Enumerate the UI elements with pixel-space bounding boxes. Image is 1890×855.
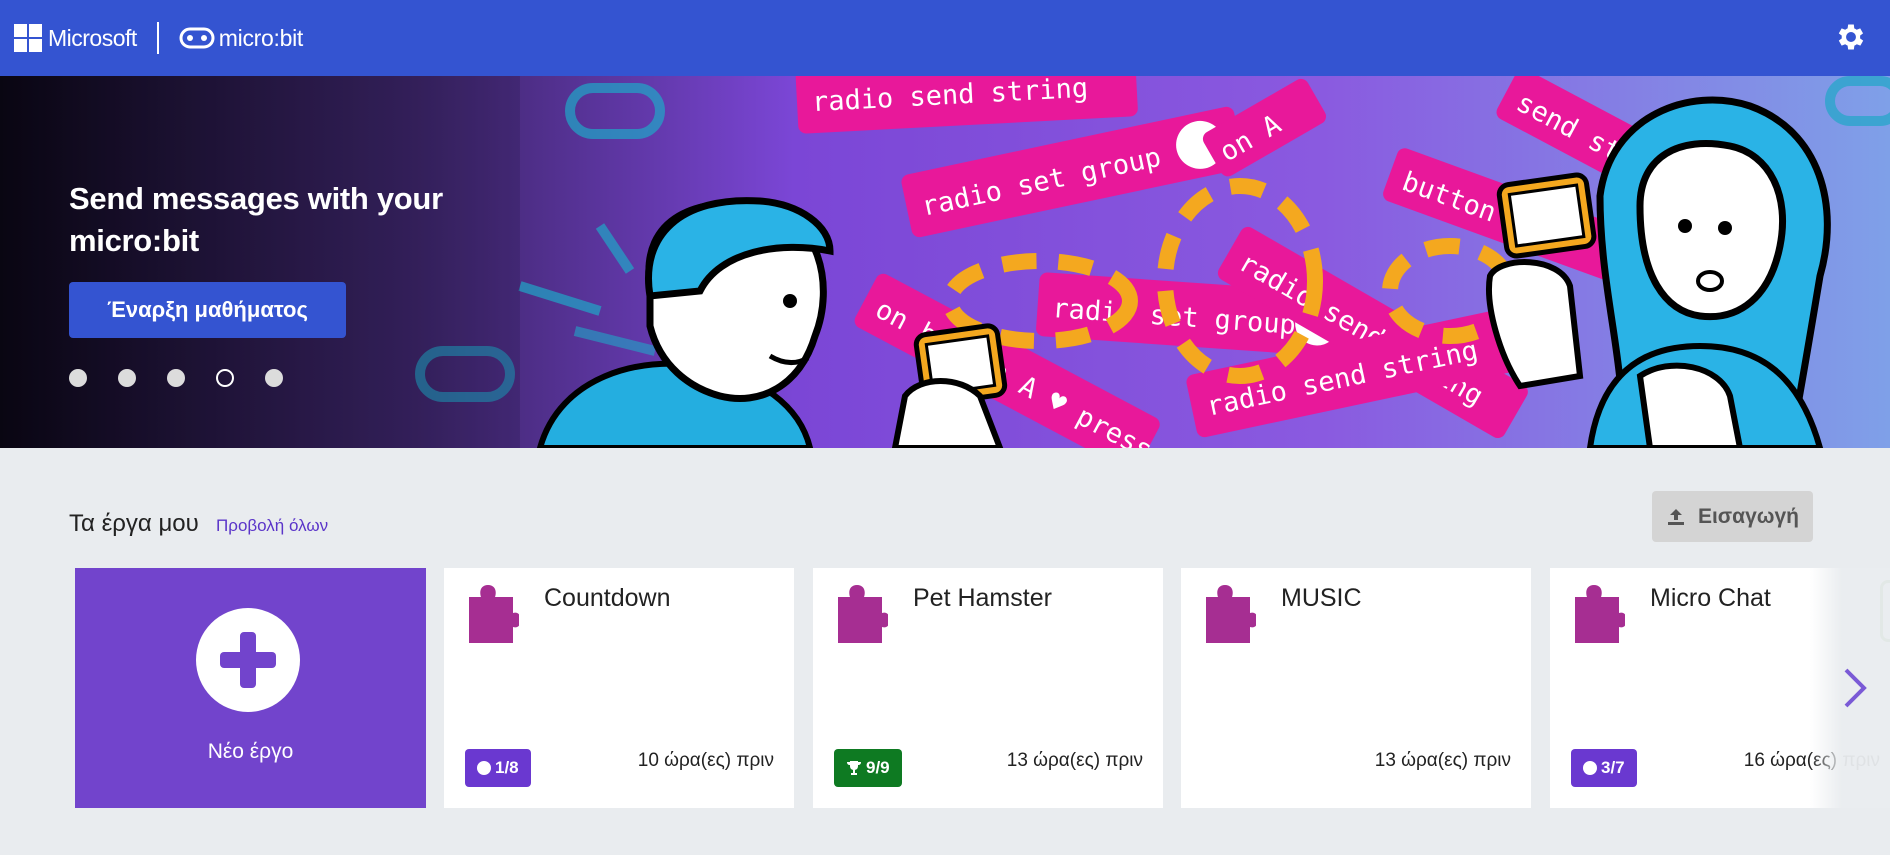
logo-divider	[156, 22, 159, 54]
microsoft-squares-icon	[14, 24, 42, 52]
carousel-dot-4[interactable]	[216, 369, 234, 387]
project-card-countdown[interactable]: Countdown 1/8 10 ώρα(ες) πριν	[444, 568, 794, 808]
carousel-dot-1[interactable]	[69, 369, 87, 387]
hero-title: Send messages with your micro:bit	[69, 181, 443, 258]
badge-value: 3/7	[1601, 758, 1625, 777]
project-time: 10 ώρα(ες) πριν	[637, 750, 774, 771]
progress-dot-icon	[1583, 761, 1597, 775]
project-card-pet-hamster[interactable]: Pet Hamster 9/9 13 ώρα(ες) πριν	[813, 568, 1163, 808]
progress-badge: 1/8	[465, 749, 531, 787]
top-bar: Microsoft micro:bit	[0, 0, 1890, 76]
project-time: 13 ώρα(ες) πριν	[1374, 750, 1511, 771]
import-label: Εισαγωγή	[1697, 504, 1800, 528]
badge-value: 9/9	[866, 758, 890, 777]
progress-badge: 3/7	[1571, 749, 1637, 787]
chevron-right-icon[interactable]	[1840, 666, 1870, 710]
gear-icon[interactable]	[1834, 20, 1868, 54]
project-name: Micro Chat	[1650, 584, 1771, 612]
project-card-music[interactable]: MUSIC 13 ώρα(ες) πριν	[1181, 568, 1531, 808]
new-project-card[interactable]: Νέο έργο	[75, 568, 426, 808]
trophy-icon	[847, 761, 861, 775]
microbit-logo[interactable]: micro:bit	[179, 25, 303, 52]
project-name: Pet Hamster	[913, 584, 1052, 612]
progress-dot-icon	[477, 761, 491, 775]
hero-illustration: radio send string radio set group radio …	[0, 76, 1890, 448]
carousel-dot-3[interactable]	[167, 369, 185, 387]
upload-icon	[1667, 508, 1684, 525]
plus-circle-icon	[196, 608, 300, 712]
carousel-dots	[69, 369, 314, 387]
project-time: 13 ώρα(ες) πριν	[1006, 750, 1143, 771]
puzzle-icon	[1575, 585, 1625, 643]
project-name: MUSIC	[1281, 584, 1362, 612]
microsoft-logo[interactable]: Microsoft	[14, 24, 137, 52]
microbit-icon	[179, 27, 215, 49]
badge-value: 1/8	[495, 758, 519, 777]
carousel-dot-5[interactable]	[265, 369, 283, 387]
view-all-link[interactable]: Προβολή όλων	[216, 516, 328, 536]
new-project-label: Νέο έργο	[207, 740, 294, 763]
import-button[interactable]: Εισαγωγή	[1652, 491, 1813, 542]
hero-banner: radio send string radio set group radio …	[0, 76, 1890, 448]
puzzle-icon	[1206, 585, 1256, 643]
start-tutorial-button[interactable]: Έναρξη μαθήματος	[69, 282, 346, 338]
completed-badge: 9/9	[834, 749, 902, 787]
microbit-label: micro:bit	[218, 24, 304, 51]
microsoft-label: Microsoft	[48, 24, 137, 51]
project-name: Countdown	[544, 584, 671, 612]
puzzle-icon	[838, 585, 888, 643]
puzzle-icon	[469, 585, 519, 643]
carousel-dot-2[interactable]	[118, 369, 136, 387]
my-projects-title: Τα έργα μου	[69, 510, 199, 537]
